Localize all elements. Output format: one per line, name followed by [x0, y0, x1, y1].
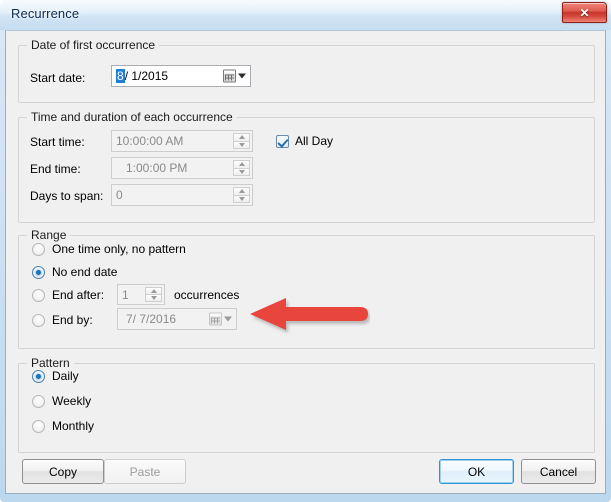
start-date-label: Start date: — [30, 71, 86, 85]
radio-icon — [32, 313, 45, 327]
days-to-span-spinner-up[interactable] — [233, 187, 250, 195]
days-to-span-spinner[interactable] — [233, 187, 250, 203]
start-date-dropdown[interactable] — [223, 69, 246, 83]
arrow-down-icon — [150, 296, 157, 300]
close-icon: ✕ — [579, 5, 590, 20]
radio-one-time-only[interactable]: One time only, no pattern — [32, 242, 186, 256]
start-date-input[interactable]: 8/ 1/2015 — [111, 65, 251, 87]
radio-icon-selected — [32, 265, 45, 279]
end-time-input[interactable]: 1:00:00 PM — [111, 157, 253, 179]
radio-icon — [32, 394, 45, 408]
start-time-spinner[interactable] — [233, 133, 250, 149]
end-time-spinner[interactable] — [233, 160, 250, 176]
occurrences-label: occurrences — [174, 288, 240, 302]
start-time-label: Start time: — [30, 135, 85, 149]
radio-one-time-only-label: One time only, no pattern — [52, 242, 186, 256]
group-pattern: Pattern — [18, 356, 595, 453]
radio-weekly-label: Weekly — [52, 394, 92, 408]
end-time-spinner-down[interactable] — [233, 167, 250, 176]
radio-icon — [32, 288, 45, 302]
arrow-up-icon — [238, 162, 245, 167]
all-day-checkbox[interactable]: All Day — [276, 134, 333, 148]
cancel-button[interactable]: Cancel — [521, 459, 596, 484]
end-after-spinner-up[interactable] — [145, 287, 162, 294]
chevron-down-icon — [224, 316, 232, 322]
arrow-up-icon — [150, 289, 157, 293]
end-after-occurrences-input[interactable]: 1 — [117, 284, 165, 305]
start-time-value: 10:00:00 AM — [116, 134, 184, 148]
radio-weekly[interactable]: Weekly — [32, 394, 91, 408]
days-to-span-input[interactable]: 0 — [111, 184, 253, 206]
end-time-value: 1:00:00 PM — [126, 161, 188, 175]
paste-button[interactable]: Paste — [104, 459, 186, 484]
recurrence-dialog-window: Recurrence ✕ Date of first occurrence St… — [0, 0, 611, 502]
radio-end-by-label: End by: — [52, 313, 93, 327]
radio-monthly[interactable]: Monthly — [32, 419, 94, 433]
arrow-up-icon — [238, 189, 245, 194]
start-date-value: 8/ 1/2015 — [112, 69, 168, 83]
chevron-down-icon — [238, 73, 246, 79]
radio-icon-selected — [32, 369, 45, 383]
end-after-spinner[interactable] — [145, 287, 162, 302]
start-time-input[interactable]: 10:00:00 AM — [111, 130, 253, 152]
arrow-down-icon — [238, 169, 245, 174]
window-title: Recurrence — [11, 6, 80, 21]
radio-no-end-date[interactable]: No end date — [32, 265, 117, 279]
end-after-spinner-down[interactable] — [145, 294, 162, 302]
arrow-down-icon — [238, 196, 245, 201]
end-time-spinner-up[interactable] — [233, 160, 250, 168]
copy-button[interactable]: Copy — [22, 459, 104, 484]
group-date-of-first-occurrence: Date of first occurrence — [18, 38, 595, 103]
radio-end-after[interactable]: End after: — [32, 288, 104, 302]
days-to-span-value: 0 — [116, 188, 123, 202]
calendar-icon — [223, 69, 236, 83]
start-date-selected-segment: 8 — [116, 69, 125, 83]
days-to-span-label: Days to span: — [30, 189, 104, 203]
radio-end-after-label: End after: — [52, 288, 105, 302]
days-to-span-spinner-down[interactable] — [233, 194, 250, 203]
title-bar-gloss — [0, 0, 611, 14]
end-by-dropdown[interactable] — [209, 312, 232, 326]
start-date-remainder: / 1/2015 — [124, 69, 169, 83]
checkbox-icon — [276, 134, 289, 148]
radio-icon — [32, 419, 45, 433]
title-bar: Recurrence ✕ — [0, 0, 611, 30]
group-title-first-occurrence: Date of first occurrence — [27, 38, 160, 52]
arrow-down-icon — [238, 142, 245, 147]
group-title-range: Range — [27, 228, 71, 242]
close-button[interactable]: ✕ — [562, 2, 607, 23]
radio-monthly-label: Monthly — [52, 419, 95, 433]
group-time-and-duration: Time and duration of each occurrence — [18, 110, 595, 223]
end-after-occurrences-value: 1 — [122, 287, 129, 302]
radio-daily[interactable]: Daily — [32, 369, 79, 383]
radio-no-end-date-label: No end date — [52, 265, 118, 279]
ok-button[interactable]: OK — [439, 459, 514, 484]
end-by-date-value: 7/ 7/2016 — [126, 312, 177, 326]
group-title-pattern: Pattern — [27, 356, 74, 370]
calendar-icon — [209, 312, 222, 326]
start-time-spinner-up[interactable] — [233, 133, 250, 141]
radio-end-by[interactable]: End by: — [32, 313, 93, 327]
end-time-label: End time: — [30, 162, 81, 176]
radio-icon — [32, 242, 45, 256]
radio-daily-label: Daily — [52, 369, 79, 383]
start-time-spinner-down[interactable] — [233, 140, 250, 149]
arrow-up-icon — [238, 135, 245, 140]
dialog-client-area: Date of first occurrence Start date: 8/ … — [5, 30, 606, 494]
group-title-time-duration: Time and duration of each occurrence — [27, 110, 237, 124]
all-day-label: All Day — [295, 134, 334, 148]
end-by-date-input[interactable]: 7/ 7/2016 — [117, 308, 237, 330]
